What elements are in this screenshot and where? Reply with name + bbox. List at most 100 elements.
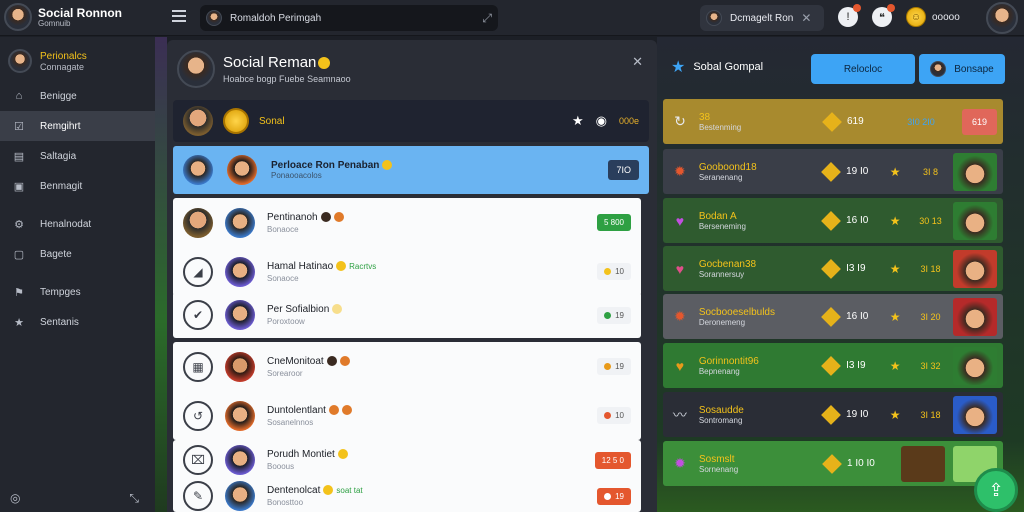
row-score: 30 13	[919, 215, 942, 226]
leaderboard-row[interactable]: ♥ Gorinnontit96 Bepnenang I3 I9 ★ 3I 32	[663, 343, 1003, 388]
edit-icon: ✎	[183, 481, 213, 511]
brand[interactable]: Social Ronnon Gomnuib	[4, 3, 122, 31]
row-sub: Seranenang	[698, 172, 743, 182]
background-strip	[155, 37, 167, 512]
star-icon: ★	[889, 358, 901, 373]
floating-action-button[interactable]: ⇪	[974, 468, 1018, 512]
highlighted-row[interactable]: Perloace Ron Penaban Ponaooacolos 7IO	[173, 146, 649, 194]
list-item[interactable]: ◢ Hamal Hatinao Racrtvs Sonaoce 10	[173, 247, 641, 296]
media-icon: ▣	[13, 180, 25, 193]
social-panel: Social Reman Hoabce bogp Fuebe Seamnaoo …	[167, 40, 657, 512]
emoji-icon	[332, 304, 343, 315]
leaderboard-row[interactable]: ✹ Sosmslt Sornenang 1 I0 I0	[663, 441, 1003, 486]
avatar	[225, 256, 255, 287]
row-badge: 619	[961, 108, 997, 135]
leaderboard-row[interactable]: ✹ Socbooeselbulds Deronemeng 16 I0 ★ 3I 2…	[663, 294, 1003, 339]
pin-icon[interactable]: ★	[572, 113, 584, 129]
row-score: 3I 20	[920, 311, 941, 322]
emoji-icon	[323, 485, 334, 496]
row-title: Sosaudde	[698, 404, 744, 416]
panel-subtitle: Hoabce bogp Fuebe Seamnaoo	[223, 74, 351, 84]
entry-tag: Racrtvs	[349, 261, 377, 271]
top-bar: Social Ronnon Gomnuib Romaldoh Perimgah …	[0, 0, 1024, 36]
search-input[interactable]: Romaldoh Perimgah	[230, 13, 474, 24]
star-icon: ★	[671, 59, 686, 76]
status-badge: 5 800	[596, 214, 631, 231]
chat-bubble-icon[interactable]: ❝	[872, 4, 895, 27]
dragon-icon: ✹	[674, 455, 686, 471]
list-card: Pentinanoh Bonaoce 5 800 ◢ Hamal Hatinao R…	[173, 198, 641, 296]
leaderboard-header: ★ Sobal Gompal	[671, 57, 763, 77]
sidebar-item-7[interactable]: ★ Sentanis	[0, 307, 155, 337]
sidebar-profile[interactable]: Perionalcs Connagate	[0, 37, 155, 81]
collapse-icon[interactable]: ⤡	[129, 491, 139, 506]
close-icon[interactable]: ✕	[632, 54, 643, 70]
emoji-icon	[333, 211, 344, 222]
entry-name: Dentenolcat	[267, 485, 321, 496]
sidebar-item-5[interactable]: ▢ Bagete	[0, 239, 155, 269]
help-icon[interactable]: ◎	[10, 491, 20, 506]
list-item[interactable]: ✎ Dentenolcat soat tat Bonosttoo 19	[173, 480, 641, 512]
sidebar-item-4[interactable]: ⚙ Henalnodat	[0, 209, 155, 239]
notification-icon[interactable]: !	[838, 4, 861, 27]
player-portrait	[953, 346, 997, 385]
entry-sub: Poroxtoow	[267, 317, 305, 326]
summary-row[interactable]: Sonal ★ ◉ 000e	[173, 100, 649, 142]
sidebar: Perionalcs Connagate ⌂ Benigge ☑ Remgihrt …	[0, 37, 155, 512]
leaderboard-row[interactable]: ♥ Gocbenan38 Sorannersuy I3 I9 ★ 3I 18	[663, 246, 1003, 291]
list-item[interactable]: ⌧ Porudh Montiet Booous 12 5 0	[173, 440, 641, 480]
heart-icon: ♥	[675, 212, 685, 229]
sidebar-item-3[interactable]: ▣ Benmagit	[0, 171, 155, 201]
sidebar-item-6[interactable]: ⚑ Tempges	[0, 277, 155, 307]
row-value: 16 I0	[846, 311, 869, 322]
player-portrait	[953, 297, 997, 336]
leaderboard-row[interactable]: ↻ 38 Bestenming 619 3I0 2I0 619	[663, 99, 1003, 144]
highlight-sub: Ponaooacolos	[271, 171, 322, 180]
sidebar-item-0[interactable]: ⌂ Benigge	[0, 81, 155, 111]
gold-coin-icon	[223, 108, 249, 134]
row-title: Bodan A	[698, 210, 737, 222]
status-badge: 7IO	[608, 160, 639, 180]
expand-icon[interactable]: ⤢	[482, 11, 492, 26]
user-chip[interactable]: Dcmagelt Ron ✕	[700, 5, 824, 31]
primary-button[interactable]: Relocloc	[811, 54, 915, 84]
heart-icon: ♥	[675, 357, 685, 374]
status-badge: 12 5 0	[594, 451, 631, 469]
list-item[interactable]: ↺ Duntolentlant Sosanelnnos 10	[173, 391, 641, 440]
list-item[interactable]: ✔ Per Sofialbion Poroxtoow 19	[173, 292, 641, 338]
list-item[interactable]: Pentinanoh Bonaoce 5 800	[173, 198, 641, 247]
close-icon[interactable]: ✕	[801, 11, 811, 25]
leaderboard-row[interactable]: 〰 Sosaudde Sontromang 19 I0 ★ 3I 18	[663, 392, 1003, 437]
row-value: I3 I9	[846, 263, 866, 274]
coin-value: ooooo	[932, 11, 960, 23]
search-avatar	[206, 10, 222, 26]
leaderboard-row[interactable]: ✹ Gooboond18 Seranenang 19 I0 ★ 3I 8	[663, 149, 1003, 194]
row-score: 3I 32	[920, 360, 941, 371]
profile-avatar[interactable]	[986, 2, 1018, 34]
dragon-icon: ✹	[674, 308, 686, 324]
entry-sub: Booous	[267, 462, 295, 471]
check-square-icon: ☑	[14, 120, 24, 133]
gold-bar-icon	[821, 306, 841, 327]
profile-button[interactable]: Bonsape	[919, 54, 1005, 84]
dragon-icon: ✹	[674, 163, 686, 179]
wave-icon: 〰	[672, 406, 687, 423]
status-dot	[604, 363, 612, 370]
leaderboard-panel: ★ Sobal Gompal Relocloc Bonsape ↻ 38 Best…	[657, 37, 1024, 512]
sidebar-item-1[interactable]: ☑ Remgihrt	[0, 111, 155, 141]
menu-icon[interactable]	[172, 10, 186, 22]
row-score: 3I 8	[922, 166, 938, 177]
sidebar-item-2[interactable]: ▤ Saltagia	[0, 141, 155, 171]
summary-count: 000e	[618, 116, 639, 126]
row-value: 19 I0	[846, 166, 869, 177]
share-icon: ⇪	[988, 479, 1004, 500]
list-item[interactable]: ▦ CneMonitoat Sorearoor 19	[173, 342, 641, 391]
row-sub: Deronemeng	[698, 317, 746, 327]
player-portrait	[953, 249, 997, 288]
search-bar[interactable]: Romaldoh Perimgah ⤢	[200, 5, 498, 31]
leaderboard-row[interactable]: ♥ Bodan A Berseneming 16 I0 ★ 30 13	[663, 198, 1003, 243]
record-icon[interactable]: ◉	[596, 113, 607, 129]
sidebar-item-label: Remgihrt	[40, 120, 81, 132]
chat-icon: ▢	[13, 248, 25, 261]
coin-balance[interactable]: ☺ ooooo	[906, 7, 960, 27]
